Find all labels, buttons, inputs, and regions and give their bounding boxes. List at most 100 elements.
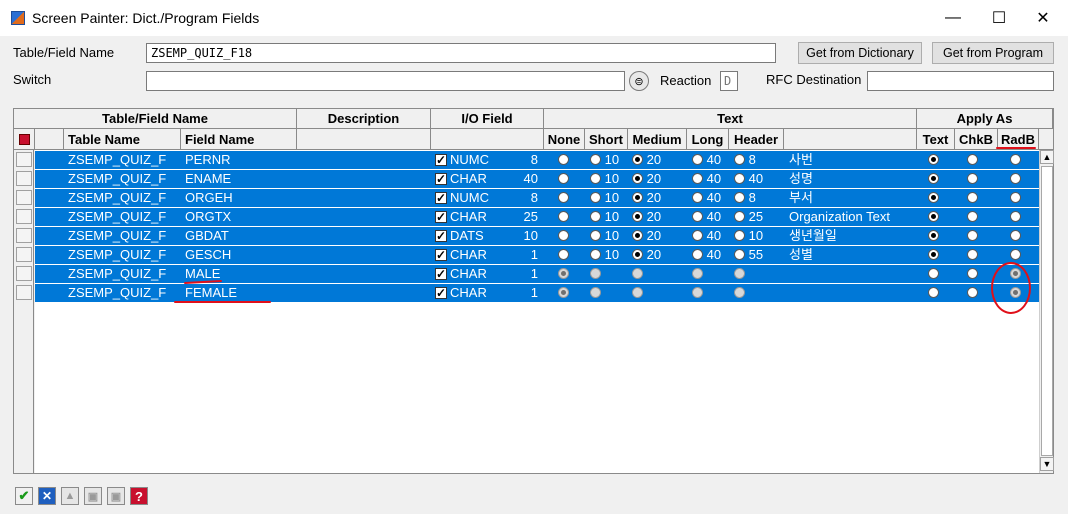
radio-short[interactable] <box>590 230 601 242</box>
radio-apply-chkb[interactable] <box>967 173 978 185</box>
radio-header[interactable] <box>734 192 745 204</box>
radio-apply-chkb[interactable] <box>967 249 978 261</box>
io-field-checkbox[interactable] <box>435 151 447 169</box>
io-field-checkbox[interactable] <box>435 246 447 264</box>
row-selector[interactable] <box>16 152 32 167</box>
scroll-up-icon[interactable]: ▲ <box>1040 150 1054 164</box>
radio-short[interactable] <box>590 192 601 204</box>
radio-apply-radb[interactable] <box>1010 192 1021 204</box>
col-table-name[interactable]: Table Name <box>64 129 181 150</box>
radio-apply-text[interactable] <box>928 173 939 185</box>
check-icon[interactable]: ✔ <box>15 487 33 505</box>
radio-long[interactable] <box>692 211 703 223</box>
select-all-icon[interactable] <box>14 129 35 150</box>
row-selector[interactable] <box>16 190 32 205</box>
col-short[interactable]: Short <box>585 129 628 150</box>
vertical-scrollbar[interactable]: ▲ ▼ <box>1039 150 1054 473</box>
radio-apply-text[interactable] <box>928 211 939 223</box>
cell-header-len: 40 <box>748 171 764 186</box>
col-medium[interactable]: Medium <box>628 129 687 150</box>
cancel-icon[interactable]: ✕ <box>38 487 56 505</box>
radio-long[interactable] <box>692 173 703 185</box>
search-help-icon[interactable]: ⊜ <box>629 71 649 91</box>
radio-long[interactable] <box>692 230 703 242</box>
radio-long[interactable] <box>692 249 703 261</box>
radio-apply-text[interactable] <box>928 249 939 261</box>
table-row[interactable]: ZSEMP_QUIZ_F ENAME CHAR 40 10 20 40 40 성명 <box>35 170 1039 188</box>
radio-header[interactable] <box>734 211 745 223</box>
radio-medium[interactable] <box>632 154 643 166</box>
radio-medium[interactable] <box>632 211 643 223</box>
radio-none[interactable] <box>558 192 569 204</box>
col-long[interactable]: Long <box>687 129 729 150</box>
io-field-checkbox[interactable] <box>435 208 447 226</box>
col-apply-text[interactable]: Text <box>917 129 955 150</box>
io-field-checkbox[interactable] <box>435 170 447 188</box>
radio-long[interactable] <box>692 192 703 204</box>
row-selector[interactable] <box>16 171 32 186</box>
radio-apply-chkb[interactable] <box>967 211 978 223</box>
radio-header[interactable] <box>734 249 745 261</box>
col-field-name[interactable]: Field Name <box>181 129 297 150</box>
row-selector[interactable] <box>16 266 32 281</box>
radio-short[interactable] <box>590 249 601 261</box>
radio-long[interactable] <box>692 154 703 166</box>
radio-apply-radb[interactable] <box>1010 249 1021 261</box>
table-field-input[interactable]: ZSEMP_QUIZ_F18 <box>146 43 776 63</box>
radio-none[interactable] <box>558 173 569 185</box>
table-row[interactable]: ZSEMP_QUIZ_F GESCH CHAR 1 10 20 40 55 성별 <box>35 246 1039 264</box>
minimize-button[interactable]: — <box>930 0 976 36</box>
radio-none[interactable] <box>558 249 569 261</box>
help-icon[interactable]: ? <box>130 487 148 505</box>
radio-apply-radb[interactable] <box>1010 173 1021 185</box>
rfc-destination-input[interactable] <box>867 71 1054 91</box>
maximize-button[interactable]: ☐ <box>976 0 1022 36</box>
radio-short[interactable] <box>590 211 601 223</box>
switch-input[interactable] <box>146 71 625 91</box>
radio-medium[interactable] <box>632 173 643 185</box>
row-selector[interactable] <box>16 228 32 243</box>
radio-apply-text[interactable] <box>928 192 939 204</box>
radio-apply-text[interactable] <box>928 230 939 242</box>
close-button[interactable]: ✕ <box>1020 0 1066 36</box>
reaction-select[interactable]: D <box>720 71 738 91</box>
radio-apply-radb[interactable] <box>1010 230 1021 242</box>
radio-none[interactable] <box>558 211 569 223</box>
io-field-checkbox[interactable] <box>435 227 447 245</box>
col-header[interactable]: Header <box>729 129 784 150</box>
radio-apply-radb[interactable] <box>1010 154 1021 166</box>
table-row[interactable]: ZSEMP_QUIZ_F GBDAT DATS 10 10 20 40 10 생년월일 <box>35 227 1039 245</box>
table-row[interactable]: ZSEMP_QUIZ_F PERNR NUMC 8 10 20 40 8 사번 <box>35 151 1039 169</box>
table-row[interactable]: ZSEMP_QUIZ_F ORGTX CHAR 25 10 20 40 25 Organ… <box>35 208 1039 226</box>
radio-none[interactable] <box>558 154 569 166</box>
io-field-checkbox[interactable] <box>435 265 447 283</box>
get-from-program-button[interactable]: Get from Program <box>932 42 1054 64</box>
radio-medium[interactable] <box>632 192 643 204</box>
col-none[interactable]: None <box>544 129 585 150</box>
col-apply-chkb[interactable]: ChkB <box>955 129 998 150</box>
radio-apply-chkb[interactable] <box>967 192 978 204</box>
radio-header[interactable] <box>734 154 745 166</box>
radio-apply-radb[interactable] <box>1010 211 1021 223</box>
io-field-checkbox[interactable] <box>435 284 447 302</box>
radio-header[interactable] <box>734 230 745 242</box>
io-field-checkbox[interactable] <box>435 189 447 207</box>
table-row[interactable]: ZSEMP_QUIZ_F FEMALE CHAR 1 <box>35 284 1039 302</box>
radio-none[interactable] <box>558 230 569 242</box>
radio-header[interactable] <box>734 173 745 185</box>
table-row[interactable]: ZSEMP_QUIZ_F ORGEH NUMC 8 10 20 40 8 부서 <box>35 189 1039 207</box>
scroll-down-icon[interactable]: ▼ <box>1040 457 1054 471</box>
table-row[interactable]: ZSEMP_QUIZ_F MALE CHAR 1 <box>35 265 1039 283</box>
radio-short[interactable] <box>590 154 601 166</box>
radio-medium[interactable] <box>632 249 643 261</box>
get-from-dictionary-button[interactable]: Get from Dictionary <box>798 42 922 64</box>
radio-apply-chkb[interactable] <box>967 154 978 166</box>
row-selector[interactable] <box>16 209 32 224</box>
radio-medium[interactable] <box>632 230 643 242</box>
scroll-thumb[interactable] <box>1041 166 1053 456</box>
radio-apply-chkb[interactable] <box>967 230 978 242</box>
row-selector[interactable] <box>16 285 32 300</box>
row-selector[interactable] <box>16 247 32 262</box>
radio-apply-text[interactable] <box>928 154 939 166</box>
radio-short[interactable] <box>590 173 601 185</box>
